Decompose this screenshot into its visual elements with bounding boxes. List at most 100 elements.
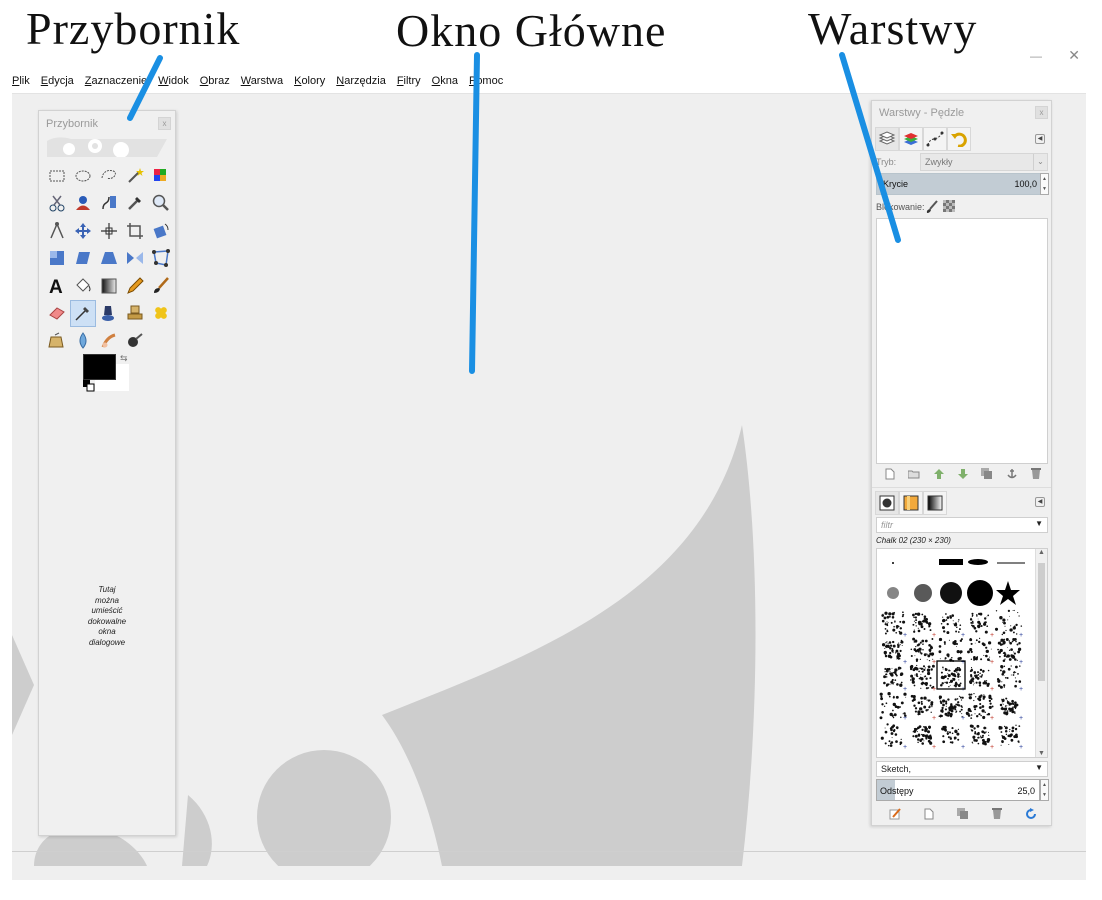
tab-undo-history[interactable]: [947, 127, 971, 151]
minimize-icon[interactable]: —: [1030, 49, 1042, 63]
spacing-spinner[interactable]: ▲ ▼: [1040, 779, 1049, 801]
raise-layer-icon[interactable]: [933, 468, 945, 480]
mode-select[interactable]: Zwykły ⌄: [920, 153, 1048, 171]
opacity-slider[interactable]: Krycie 100,0: [876, 173, 1044, 195]
dock-menu-arrow-icon[interactable]: ◀: [1035, 134, 1045, 144]
brush-preset-select[interactable]: Sketch, ▼: [876, 761, 1048, 777]
tool-button-text[interactable]: A: [44, 272, 70, 300]
brush-speckle: [899, 649, 902, 653]
brush-grid[interactable]: + + + + + + + + + + + + + + + + + + + + + + + + + ▲ ▼: [876, 548, 1048, 758]
menu-help[interactable]: Pomoc: [469, 75, 503, 87]
brush-speckle: [949, 670, 951, 672]
tab-layers[interactable]: [875, 127, 899, 151]
tool-button-blur[interactable]: [70, 327, 96, 355]
swap-colors-icon[interactable]: ⇆: [120, 353, 128, 364]
close-window-icon[interactable]: ✕: [1068, 47, 1080, 64]
menu-filters[interactable]: Filtry: [397, 75, 421, 87]
menu-file[interactable]: Plik: [12, 75, 30, 87]
brush-scrollbar[interactable]: ▲ ▼: [1035, 549, 1047, 757]
tool-button-ellipse-select[interactable]: [70, 162, 96, 190]
spacing-slider[interactable]: Odstępy 25,0: [876, 779, 1040, 801]
tool-button-clone[interactable]: [122, 300, 148, 328]
tab-brushes[interactable]: [875, 491, 899, 515]
tool-button-paintbrush[interactable]: [148, 272, 174, 300]
menu-windows[interactable]: Okna: [432, 75, 458, 87]
tool-button-shear[interactable]: [70, 245, 96, 273]
scrollbar-thumb[interactable]: [1038, 563, 1045, 681]
tab-paths[interactable]: [923, 127, 947, 151]
foreground-color-swatch[interactable]: [83, 354, 116, 380]
opacity-spinner[interactable]: ▲ ▼: [1040, 173, 1049, 195]
dock-menu-arrow-icon[interactable]: ◀: [1035, 497, 1045, 507]
tool-button-paths[interactable]: [96, 190, 122, 218]
duplicate-brush-icon[interactable]: [957, 808, 969, 820]
menu-colors[interactable]: Kolory: [294, 75, 325, 87]
new-layer-icon[interactable]: [884, 468, 896, 480]
toolbox-close-button[interactable]: x: [158, 117, 171, 130]
delete-layer-icon[interactable]: [1030, 468, 1042, 480]
tool-button-measure[interactable]: [44, 217, 70, 245]
tool-button-free-select[interactable]: [96, 162, 122, 190]
tool-button-heal[interactable]: [148, 300, 174, 328]
refresh-brushes-icon[interactable]: [1025, 808, 1037, 820]
default-colors-icon[interactable]: [83, 380, 95, 392]
brush-speckle: [1013, 609, 1015, 612]
perspective-clone-icon: [48, 332, 64, 348]
layer-list[interactable]: [876, 218, 1048, 464]
tab-channels[interactable]: [899, 127, 923, 151]
tool-button-rect-select[interactable]: [44, 162, 70, 190]
menu-tools[interactable]: Narzędzia: [336, 75, 386, 87]
tool-button-airbrush[interactable]: [70, 299, 96, 327]
airbrush-icon: [75, 307, 89, 321]
tool-button-move[interactable]: [70, 217, 96, 245]
dock-close-button[interactable]: x: [1035, 106, 1048, 119]
tool-button-fuzzy-select[interactable]: [122, 162, 148, 190]
anchor-layer-icon[interactable]: [1006, 468, 1018, 480]
brush-filter-input[interactable]: filtr ▼: [876, 517, 1048, 533]
menu-select[interactable]: Zaznaczenie: [85, 75, 147, 87]
brush-speckle: [890, 741, 894, 744]
tool-button-scissors-select[interactable]: [44, 190, 70, 218]
tab-patterns[interactable]: [899, 491, 923, 515]
scroll-up-icon[interactable]: ▲: [1036, 549, 1047, 556]
delete-brush-icon[interactable]: [991, 808, 1003, 820]
duplicate-layer-icon[interactable]: [981, 468, 993, 480]
brush-speckle: [986, 727, 988, 729]
tool-button-bucket-fill[interactable]: [70, 272, 96, 300]
menu-view[interactable]: Widok: [158, 75, 189, 87]
new-brush-icon[interactable]: [923, 808, 935, 820]
tool-button-blend[interactable]: [96, 272, 122, 300]
edit-brush-icon[interactable]: [889, 808, 901, 820]
menu-edit[interactable]: Edycja: [41, 75, 74, 87]
menu-image[interactable]: Obraz: [200, 75, 230, 87]
tool-button-foreground-select[interactable]: [70, 190, 96, 218]
tool-button-color-picker[interactable]: [122, 190, 148, 218]
tool-button-eraser[interactable]: [44, 300, 70, 328]
tool-button-cage[interactable]: [148, 245, 174, 273]
tool-button-pencil[interactable]: [122, 272, 148, 300]
scroll-down-icon[interactable]: ▼: [1036, 750, 1047, 757]
tool-button-scale[interactable]: [44, 245, 70, 273]
menu-layer[interactable]: Warstwa: [241, 75, 283, 87]
new-layer-group-icon[interactable]: [908, 468, 920, 480]
scissors-select-icon: [49, 195, 65, 212]
tool-button-rotate[interactable]: [148, 217, 174, 245]
tool-button-color-select[interactable]: [148, 162, 174, 190]
tool-button-ink[interactable]: [96, 300, 122, 328]
tool-button-crop[interactable]: [122, 217, 148, 245]
tool-button-perspective-clone[interactable]: [44, 327, 70, 355]
brush-speckle: [919, 707, 923, 711]
tab-gradients[interactable]: [923, 491, 947, 515]
tool-button-align[interactable]: [96, 217, 122, 245]
tool-button-dodge-burn[interactable]: [122, 327, 148, 355]
brush-speckle: [901, 615, 904, 618]
tool-button-perspective[interactable]: [96, 245, 122, 273]
lock-alpha-icon[interactable]: [943, 200, 955, 212]
brush-speckle: [951, 741, 954, 744]
tool-button-flip[interactable]: [122, 245, 148, 273]
lower-layer-icon[interactable]: [957, 468, 969, 480]
tool-button-zoom[interactable]: [148, 190, 174, 218]
lock-pixels-icon[interactable]: [925, 200, 939, 214]
brush-speckle: [1003, 651, 1006, 655]
tool-button-smudge[interactable]: [96, 327, 122, 355]
